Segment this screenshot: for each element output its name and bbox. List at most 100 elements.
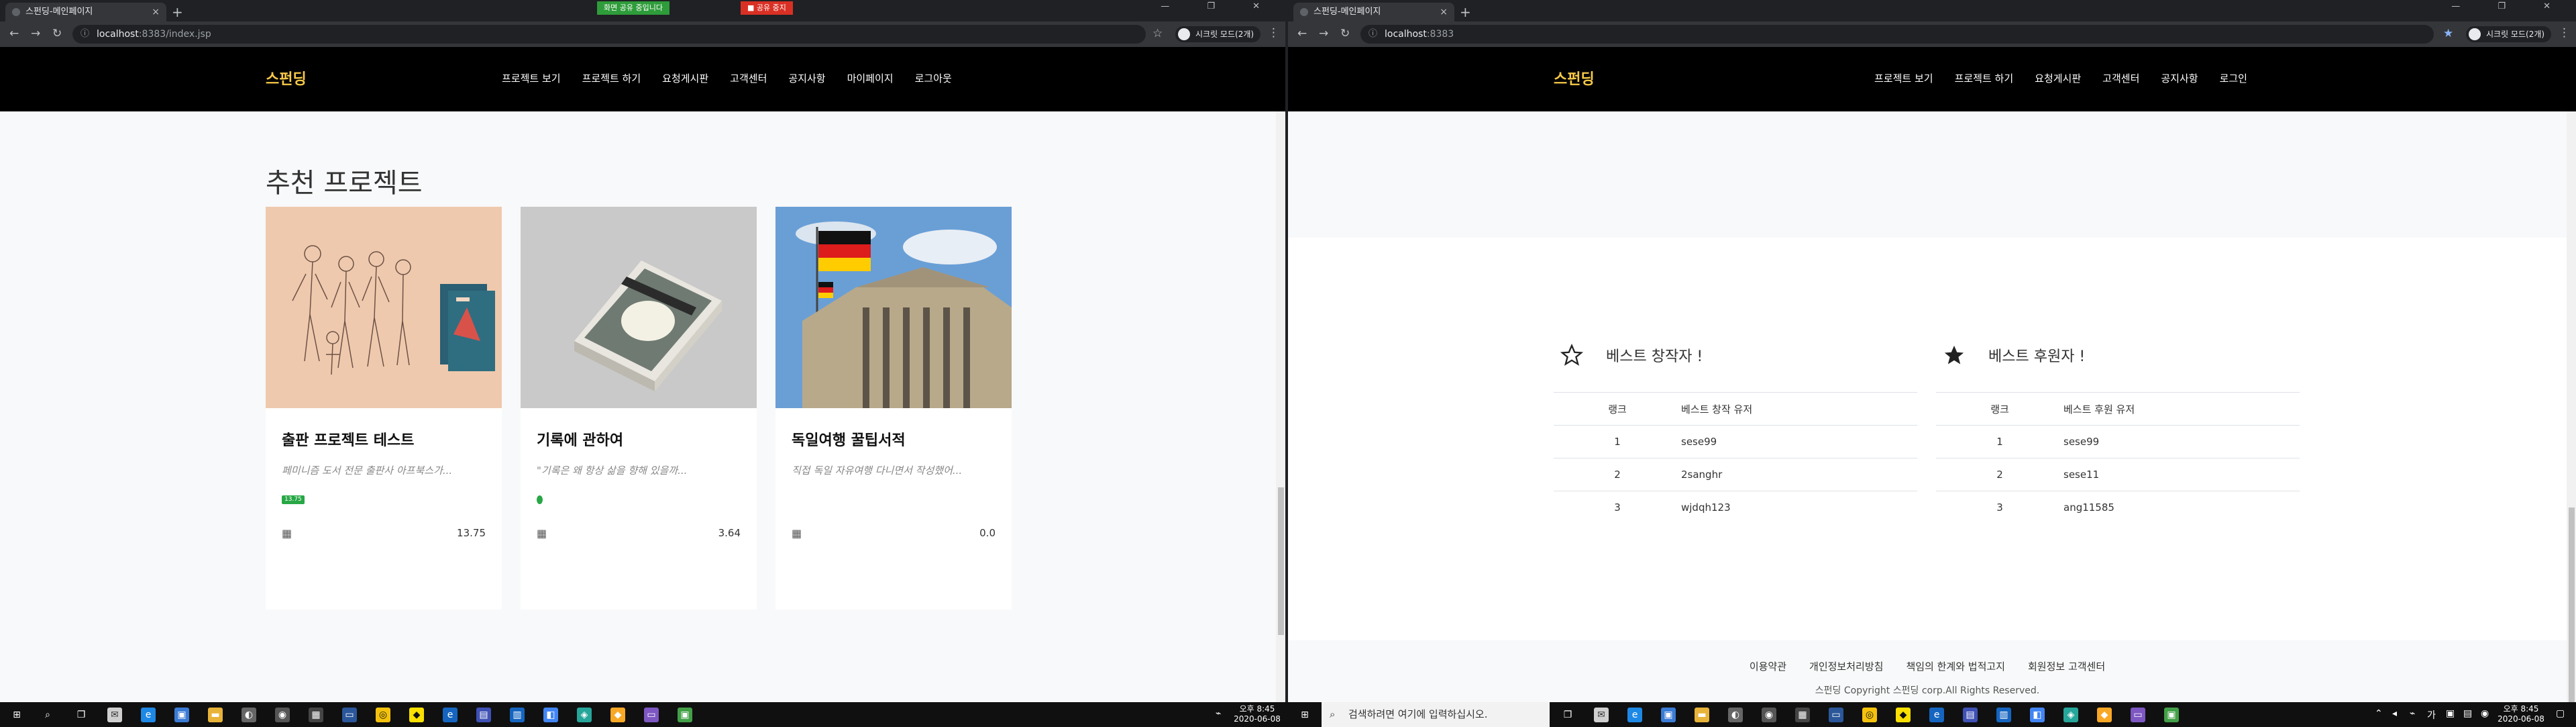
bookmark-star-icon[interactable]: ☆ (1152, 27, 1163, 40)
app-icon[interactable]: ▥ (1996, 708, 2011, 722)
chrome-icon[interactable]: ◎ (1862, 708, 1877, 722)
system-clock[interactable]: 오후 8:45 2020-06-08 (2494, 704, 2548, 724)
window-controls[interactable]: — ❐ ✕ (2451, 1, 2568, 11)
app-icon[interactable]: ▤ (1963, 708, 1978, 722)
nav-link-mypage[interactable]: 마이페이지 (847, 71, 894, 85)
store-icon[interactable]: ▣ (1661, 708, 1676, 722)
new-tab-button[interactable]: + (1460, 3, 1471, 21)
app-icon[interactable]: ✉ (107, 708, 122, 722)
close-tab-icon[interactable]: × (152, 3, 160, 21)
app-icon[interactable]: ▭ (342, 708, 357, 722)
nav-link-browse-projects[interactable]: 프로젝트 보기 (502, 71, 561, 85)
new-tab-button[interactable]: + (172, 3, 183, 21)
card-title[interactable]: 출판 프로젝트 테스트 (282, 428, 414, 450)
browser-tab[interactable]: 스펀딩-메인페이지 × (5, 3, 166, 21)
forward-arrow-icon[interactable]: → (1319, 27, 1328, 40)
app-icon[interactable]: ▥ (510, 708, 525, 722)
kakaotalk-icon[interactable]: ◆ (1896, 708, 1911, 722)
folder-icon[interactable]: ▬ (208, 708, 223, 722)
nav-link-login[interactable]: 로그인 (2220, 71, 2247, 85)
app-icon[interactable]: ▣ (678, 708, 692, 722)
app-icon[interactable]: ▣ (2446, 708, 2455, 719)
window-controls[interactable]: — ❐ ✕ (1161, 1, 1277, 11)
app-icon[interactable]: ▤ (476, 708, 491, 722)
page-scrollbar[interactable] (1276, 111, 1285, 702)
info-icon[interactable]: ⓘ (80, 25, 89, 44)
footer-link-member-support[interactable]: 회원정보 고객센터 (2028, 659, 2105, 673)
network-icon[interactable]: ⌁ (1216, 708, 1221, 719)
address-bar[interactable]: ⓘ localhost:8383 (1360, 25, 2434, 44)
project-image-illustration[interactable] (266, 207, 502, 408)
reload-icon[interactable]: ↻ (1340, 27, 1350, 40)
nav-link-create-project[interactable]: 프로젝트 하기 (1955, 71, 2014, 85)
incognito-profile-button[interactable]: 시크릿 모드(2개) (1175, 26, 1261, 42)
kakaotalk-icon[interactable]: ◆ (409, 708, 424, 722)
nav-link-customer-center[interactable]: 고객센터 (2102, 71, 2139, 85)
notification-icon[interactable]: ▢ (2556, 708, 2565, 719)
reload-icon[interactable]: ↻ (52, 27, 62, 40)
app-icon[interactable]: ▭ (2131, 708, 2145, 722)
project-image-magazine[interactable] (521, 207, 757, 408)
app-icon[interactable]: ✉ (1594, 708, 1609, 722)
project-image-reichstag[interactable] (775, 207, 1012, 408)
edge-icon[interactable]: e (1627, 708, 1642, 722)
edge-icon[interactable]: e (141, 708, 156, 722)
app-icon[interactable]: ◧ (2030, 708, 2045, 722)
app-icon[interactable]: ◈ (2063, 708, 2078, 722)
project-card[interactable]: 독일여행 꿀팁서적 직접 독일 자유여행 다니면서 작성했어... ▦ 0.0 (775, 207, 1012, 610)
tray-chevron-icon[interactable]: ⌃ (2375, 708, 2383, 719)
app-icon[interactable]: ◧ (543, 708, 558, 722)
windows-start-icon[interactable]: ⊞ (9, 708, 24, 722)
project-card[interactable]: 기록에 관하여 "기록은 왜 항상 삶을 향해 있을까... 0 ▦ 3.64 (521, 207, 757, 610)
ime-icon[interactable]: 가 (2427, 708, 2436, 722)
footer-link-privacy[interactable]: 개인정보처리방침 (1809, 659, 1883, 673)
project-card[interactable]: 출판 프로젝트 테스트 페미니즘 도서 전문 출판사 아프북스가... 13.7… (266, 207, 502, 610)
system-clock[interactable]: 오후 8:45 2020-06-08 (1230, 704, 1284, 724)
nav-link-request-board[interactable]: 요청게시판 (2035, 71, 2081, 85)
calculator-icon[interactable]: ▦ (1795, 708, 1810, 722)
app-icon[interactable]: ◐ (241, 708, 256, 722)
nav-link-create-project[interactable]: 프로젝트 하기 (582, 71, 641, 85)
app-icon[interactable]: ▭ (1829, 708, 1843, 722)
card-title[interactable]: 기록에 관하여 (537, 428, 623, 450)
incognito-profile-button[interactable]: 시크릿 모드(2개) (2466, 26, 2552, 42)
stop-share-button[interactable]: ■ 공유 중지 (741, 1, 793, 15)
nav-link-request-board[interactable]: 요청게시판 (662, 71, 708, 85)
app-icon[interactable]: ◉ (275, 708, 290, 722)
scrollbar-thumb[interactable] (2569, 507, 2575, 702)
scrollbar-thumb[interactable] (1278, 487, 1284, 635)
site-brand-logo[interactable]: 스펀딩 (1554, 67, 1595, 89)
search-icon[interactable]: ⌕ (40, 708, 55, 722)
nav-link-browse-projects[interactable]: 프로젝트 보기 (1874, 71, 1933, 85)
task-view-icon[interactable]: ❐ (1560, 708, 1575, 722)
folder-icon[interactable]: ▬ (1695, 708, 1709, 722)
menu-kebab-icon[interactable]: ⋮ (1268, 26, 1279, 40)
close-tab-icon[interactable]: × (1440, 3, 1448, 21)
nav-link-customer-center[interactable]: 고객센터 (730, 71, 767, 85)
menu-kebab-icon[interactable]: ⋮ (2559, 26, 2570, 40)
back-arrow-icon[interactable]: ← (9, 27, 19, 40)
edge-icon[interactable]: e (1929, 708, 1944, 722)
app-icon[interactable]: ▤ (2463, 708, 2472, 719)
app-icon[interactable]: ◆ (2097, 708, 2112, 722)
calculator-icon[interactable]: ▦ (309, 708, 323, 722)
address-bar[interactable]: ⓘ localhost:8383/index.jsp (72, 25, 1146, 44)
app-icon[interactable]: ◐ (1728, 708, 1743, 722)
task-view-icon[interactable]: ❐ (74, 708, 89, 722)
app-icon[interactable]: ◆ (610, 708, 625, 722)
nav-link-logout[interactable]: 로그아웃 (915, 71, 952, 85)
app-icon[interactable]: ▭ (644, 708, 659, 722)
windows-start-icon[interactable]: ⊞ (1297, 708, 1312, 722)
back-arrow-icon[interactable]: ← (1297, 27, 1307, 40)
app-icon[interactable]: ▣ (2164, 708, 2179, 722)
taskbar-search-box[interactable]: ⌕ 검색하려면 여기에 입력하십시오. (1322, 702, 1550, 727)
info-icon[interactable]: ⓘ (1368, 25, 1377, 44)
network-icon[interactable]: ⌁ (2410, 708, 2415, 719)
nav-link-notices[interactable]: 공지사항 (788, 71, 825, 85)
edge-icon[interactable]: e (443, 708, 458, 722)
forward-arrow-icon[interactable]: → (31, 27, 40, 40)
browser-tab[interactable]: 스펀딩-메인페이지 × (1293, 3, 1454, 21)
card-title[interactable]: 독일여행 꿀팁서적 (792, 428, 906, 450)
footer-link-terms[interactable]: 이용약관 (1750, 659, 1786, 673)
page-scrollbar[interactable] (2567, 111, 2576, 702)
